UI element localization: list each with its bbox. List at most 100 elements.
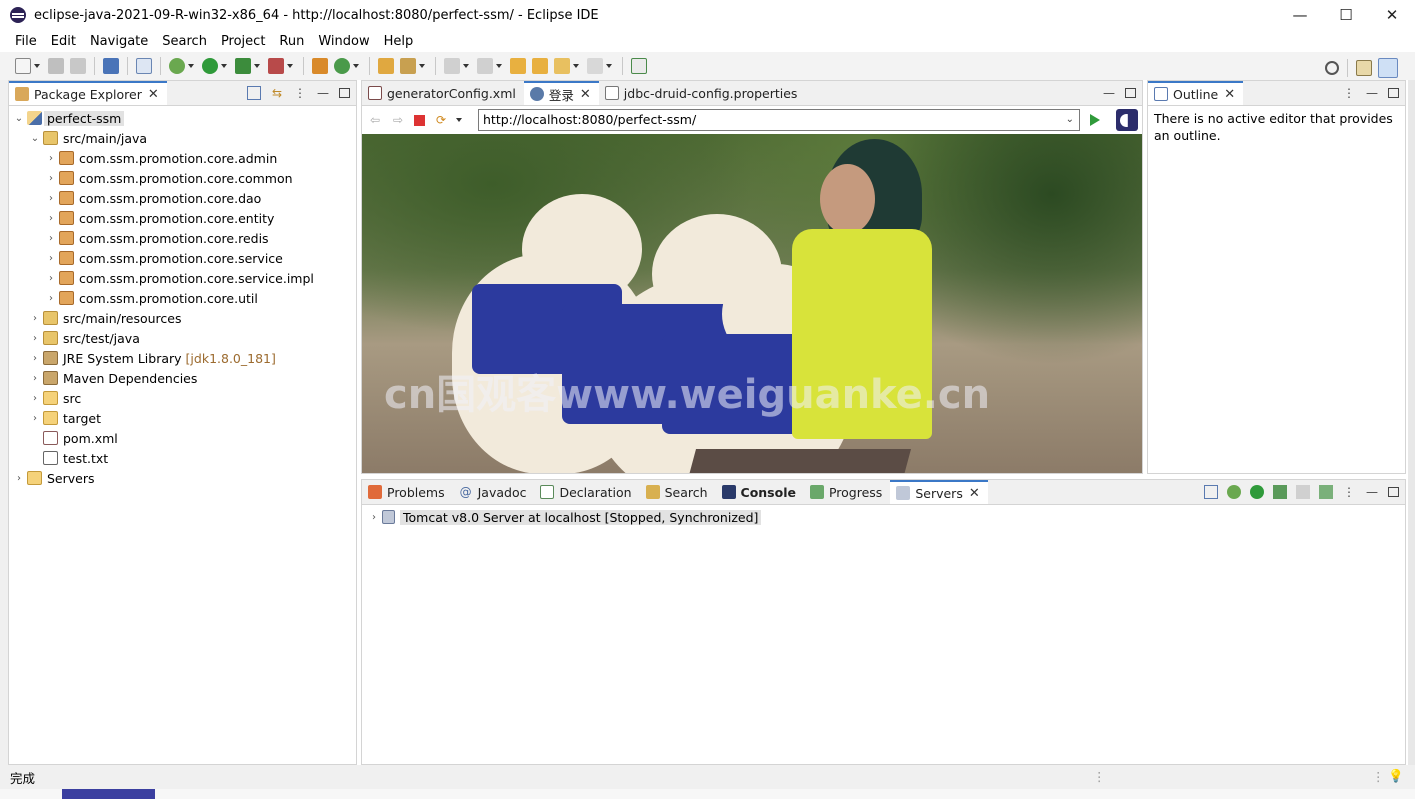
forward-dropdown-icon[interactable] xyxy=(606,64,612,68)
back-icon[interactable] xyxy=(554,58,570,74)
collapse-all-icon[interactable] xyxy=(247,86,261,100)
close-icon[interactable]: ✕ xyxy=(969,486,980,501)
new-icon[interactable] xyxy=(15,58,31,74)
tab-generatorconfig-xml[interactable]: generatorConfig.xml xyxy=(362,81,524,105)
tree-item[interactable]: ⌄ perfect-ssm xyxy=(9,108,356,128)
maximize-button[interactable]: ☐ xyxy=(1323,0,1369,30)
menu-file[interactable]: File xyxy=(8,34,44,49)
close-icon[interactable]: ✕ xyxy=(1224,87,1235,102)
menu-project[interactable]: Project xyxy=(214,34,272,49)
chevron-down-icon[interactable]: ⌄ xyxy=(13,113,25,124)
tree-item[interactable]: › src xyxy=(9,388,356,408)
chevron-right-icon[interactable]: › xyxy=(45,153,57,164)
terminal-icon[interactable] xyxy=(103,58,119,74)
chevron-right-icon[interactable]: › xyxy=(13,473,25,484)
menu-run[interactable]: Run xyxy=(272,34,311,49)
forward-icon[interactable] xyxy=(587,58,603,74)
debug-dropdown-icon[interactable] xyxy=(188,64,194,68)
back-navigation-icon[interactable] xyxy=(532,58,548,74)
run-icon[interactable] xyxy=(202,58,218,74)
tab-declaration[interactable]: Declaration xyxy=(534,480,640,504)
minimize-view-icon[interactable]: — xyxy=(316,86,330,100)
tree-item[interactable]: › src/main/resources xyxy=(9,308,356,328)
chevron-right-icon[interactable]: › xyxy=(45,193,57,204)
maximize-view-icon[interactable] xyxy=(1125,88,1136,98)
pin-editor-icon[interactable] xyxy=(631,58,647,74)
tab-jdbc-druid-config-properties[interactable]: jdbc-druid-config.properties xyxy=(598,81,806,105)
chevron-right-icon[interactable]: › xyxy=(45,293,57,304)
tree-item[interactable]: › com.ssm.promotion.core.admin xyxy=(9,148,356,168)
tree-item[interactable]: › com.ssm.promotion.core.service.impl xyxy=(9,268,356,288)
go-icon[interactable] xyxy=(1090,114,1100,126)
chevron-right-icon[interactable]: › xyxy=(29,353,41,364)
open-perspective-icon[interactable] xyxy=(1356,60,1372,76)
chevron-right-icon[interactable]: › xyxy=(29,413,41,424)
back-dropdown-icon[interactable] xyxy=(573,64,579,68)
save-icon[interactable] xyxy=(48,58,64,74)
run-dropdown-icon[interactable] xyxy=(221,64,227,68)
debug-icon[interactable] xyxy=(169,58,185,74)
back-arrow-icon[interactable]: ⇦ xyxy=(368,113,382,127)
debug-server-icon[interactable] xyxy=(1227,485,1241,499)
next-annotation-dropdown-icon[interactable] xyxy=(463,64,469,68)
chevron-right-icon[interactable]: › xyxy=(45,173,57,184)
external-tools-icon[interactable] xyxy=(268,58,284,74)
new-dropdown-icon[interactable] xyxy=(34,64,40,68)
minimize-view-icon[interactable]: — xyxy=(1102,86,1116,100)
tree-item[interactable]: ⌄ src/main/java xyxy=(9,128,356,148)
tab-login[interactable]: 登录 ✕ xyxy=(523,81,599,105)
tree-item[interactable]: › com.ssm.promotion.core.entity xyxy=(9,208,356,228)
tree-item[interactable]: › com.ssm.promotion.core.redis xyxy=(9,228,356,248)
last-edit-location-icon[interactable] xyxy=(510,58,526,74)
stop-server-icon[interactable] xyxy=(1296,485,1310,499)
tip-lightbulb-icon[interactable]: 💡 xyxy=(1388,768,1404,784)
maximize-view-icon[interactable] xyxy=(339,88,350,98)
coverage-dropdown-icon[interactable] xyxy=(254,64,260,68)
save-all-icon[interactable] xyxy=(70,58,86,74)
tree-item[interactable]: › Maven Dependencies xyxy=(9,368,356,388)
tab-servers[interactable]: Servers ✕ xyxy=(890,480,988,504)
tab-console[interactable]: Console xyxy=(715,480,804,504)
search-tool-dropdown-icon[interactable] xyxy=(419,64,425,68)
close-window-button[interactable]: ✕ xyxy=(1369,0,1415,30)
chevron-right-icon[interactable]: › xyxy=(29,313,41,324)
chevron-right-icon[interactable]: › xyxy=(45,213,57,224)
profile-server-icon[interactable] xyxy=(1273,485,1287,499)
stop-icon[interactable] xyxy=(414,114,425,126)
tree-item[interactable]: › com.ssm.promotion.core.common xyxy=(9,168,356,188)
menu-navigate[interactable]: Navigate xyxy=(83,34,155,49)
chevron-right-icon[interactable]: › xyxy=(368,512,380,523)
search-tool-icon[interactable] xyxy=(400,58,416,74)
tab-problems[interactable]: Problems xyxy=(362,480,453,504)
tree-item[interactable]: test.txt xyxy=(9,448,356,468)
menu-window[interactable]: Window xyxy=(311,34,376,49)
chevron-down-icon[interactable]: ⌄ xyxy=(29,133,41,144)
chevron-right-icon[interactable]: › xyxy=(29,333,41,344)
view-menu-icon[interactable]: ⋮ xyxy=(293,86,307,100)
url-input[interactable]: http://localhost:8080/perfect-ssm/ ⌄ xyxy=(478,109,1080,131)
view-menu-icon[interactable]: ⋮ xyxy=(1342,485,1356,499)
collapse-all-icon[interactable] xyxy=(1204,485,1218,499)
previous-annotation-icon[interactable] xyxy=(477,58,493,74)
chevron-right-icon[interactable]: › xyxy=(45,233,57,244)
open-type-icon[interactable] xyxy=(378,58,394,74)
maximize-view-icon[interactable] xyxy=(1388,88,1399,98)
minimize-button[interactable]: — xyxy=(1277,0,1323,30)
minimize-view-icon[interactable]: — xyxy=(1365,485,1379,499)
next-annotation-icon[interactable] xyxy=(444,58,460,74)
tree-item[interactable]: › com.ssm.promotion.core.dao xyxy=(9,188,356,208)
server-row-tomcat[interactable]: › Tomcat v8.0 Server at localhost [Stopp… xyxy=(362,507,1405,527)
eclipse-browser-icon[interactable] xyxy=(1116,109,1138,131)
menu-edit[interactable]: Edit xyxy=(44,34,83,49)
tree-item[interactable]: › com.ssm.promotion.core.util xyxy=(9,288,356,308)
publish-server-icon[interactable] xyxy=(1319,485,1333,499)
skip-breakpoints-icon[interactable] xyxy=(136,58,152,74)
link-with-editor-icon[interactable]: ⇆ xyxy=(270,86,284,100)
external-tools-dropdown-icon[interactable] xyxy=(287,64,293,68)
tree-item[interactable]: › target xyxy=(9,408,356,428)
start-server-icon[interactable] xyxy=(1250,485,1264,499)
new-java-class-icon[interactable] xyxy=(334,58,350,74)
chevron-right-icon[interactable]: › xyxy=(45,253,57,264)
java-perspective-icon[interactable] xyxy=(1378,58,1398,78)
chevron-right-icon[interactable]: › xyxy=(45,273,57,284)
